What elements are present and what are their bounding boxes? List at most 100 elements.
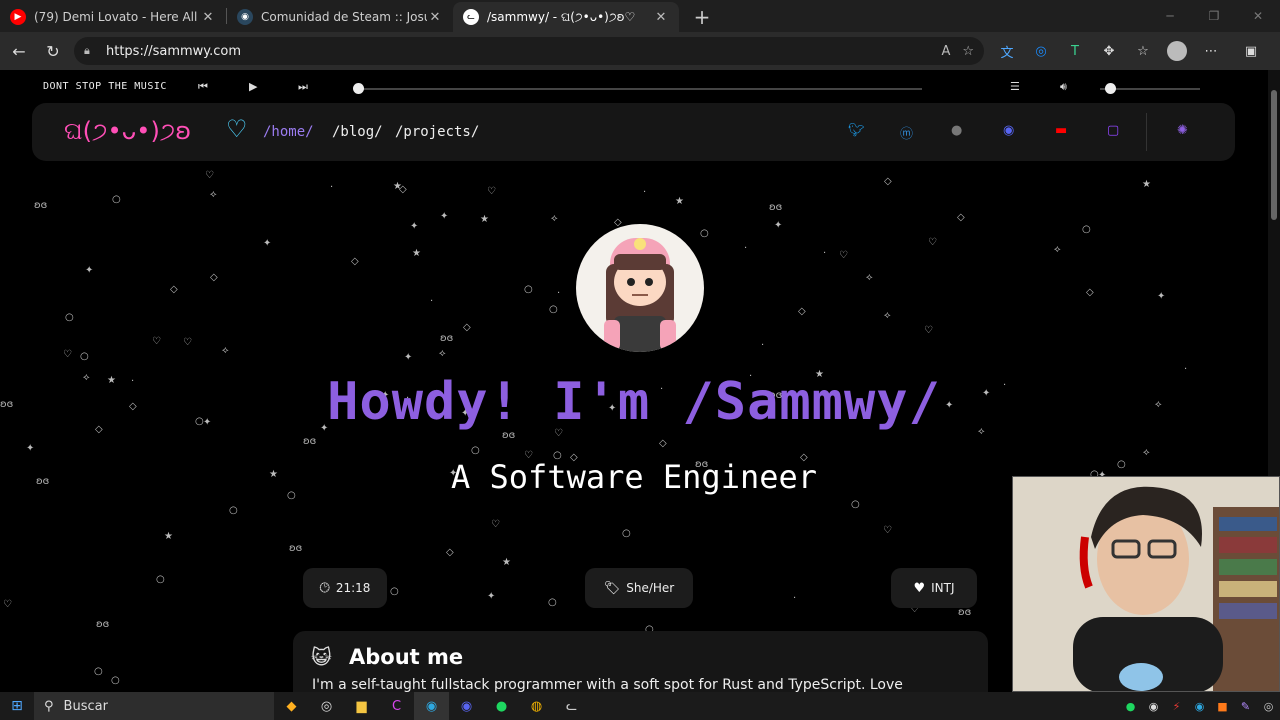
address-bar[interactable]: 🔒︎ https://sammwy.com A ☆ (74, 37, 984, 65)
close-icon[interactable]: ✕ (427, 10, 443, 25)
chrome-icon[interactable]: ◍ (519, 692, 554, 720)
header-divider (1146, 113, 1147, 151)
star-decoration: ○ (471, 445, 480, 456)
tab-title: Comunidad de Steam :: Josuerte (261, 10, 427, 24)
star-decoration: ♡ (491, 519, 500, 530)
shazam-icon[interactable]: ◎ (1024, 36, 1058, 66)
star-decoration: ♡ (205, 170, 214, 181)
volume-handle[interactable] (1105, 83, 1116, 94)
close-icon[interactable]: ✕ (653, 10, 669, 25)
tab-sammwy[interactable]: ᓚ /sammwy/ - ଘ(੭•ᴗ•)੭ʚ♡ ✕ (453, 2, 679, 32)
clock-icon: 🕑︎ (319, 580, 330, 596)
star-decoration: ◇ (884, 176, 892, 187)
github-icon[interactable]: ● (951, 123, 962, 138)
next-track-icon[interactable]: ⏭︎ (298, 80, 308, 94)
translate-icon[interactable]: 文 (990, 36, 1024, 66)
star-decoration: · (430, 296, 434, 307)
maximize-icon[interactable]: ❐ (1192, 0, 1236, 32)
nav-link-home[interactable]: /home/ (263, 124, 314, 140)
discord-icon[interactable]: ◉ (1003, 123, 1014, 138)
star-decoration: ○ (524, 284, 533, 295)
star-decoration: ◇ (210, 272, 218, 283)
settings-icon[interactable]: ✺ (1177, 123, 1188, 138)
extension-t-icon[interactable]: T (1058, 36, 1092, 66)
discord-icon[interactable]: ◉ (1142, 700, 1165, 713)
windows-taskbar: ⊞ ⚲ Buscar ◆ ◎ ▆ C ◉ ◉ ● ◍ ᓚ ● ◉ ⚡︎ ◉ ■ … (0, 692, 1280, 720)
steam-icon[interactable]: ◎ (1257, 700, 1280, 713)
star-decoration: ⟡ (210, 189, 217, 200)
windows-start-icon[interactable]: ⊞ (0, 692, 34, 720)
star-decoration: ʚɞ (96, 619, 110, 630)
tab-steam[interactable]: ◉ Comunidad de Steam :: Josuerte ✕ (227, 2, 453, 32)
mastodon-icon[interactable]: ⓜ (900, 123, 913, 142)
nav-link-blog[interactable]: /blog/ (332, 124, 383, 140)
about-title: About me (349, 645, 464, 669)
tab-youtube[interactable]: ▶ (79) Demi Lovato - Here All Night ✕ (0, 2, 226, 32)
song-title: DONT STOP THE MUSIC (43, 81, 167, 92)
nav-link-projects[interactable]: /projects/ (395, 124, 479, 140)
play-icon[interactable]: ▶ (249, 80, 257, 93)
star-decoration: ○ (549, 304, 558, 315)
star-decoration: ★ (412, 248, 421, 259)
previous-track-icon[interactable]: ⏮︎ (198, 80, 208, 94)
star-decoration: ♡ (183, 337, 192, 348)
app-red-icon[interactable]: ⚡︎ (1165, 700, 1188, 713)
star-decoration: ○ (622, 528, 631, 539)
star-decoration: ʚɞ (440, 333, 454, 344)
twitch-icon[interactable]: ▢ (1107, 123, 1119, 138)
edge-icon[interactable]: ◉ (1188, 700, 1211, 713)
spotify-icon[interactable]: ● (484, 692, 519, 720)
local-time: 21:18 (335, 581, 371, 595)
app-orange-icon[interactable]: ■ (1211, 700, 1234, 713)
star-decoration: ○ (156, 574, 165, 585)
new-tab-button[interactable]: + (687, 2, 717, 32)
extensions-icon[interactable]: ✥ (1092, 36, 1126, 66)
obs-icon[interactable]: ◎ (309, 692, 344, 720)
youtube-icon: ▶ (10, 9, 26, 25)
app-c-icon[interactable]: C (379, 692, 414, 720)
volume-icon[interactable]: 🔊︎ (1060, 80, 1067, 94)
star-decoration: ★ (502, 557, 511, 568)
star-decoration: ʚɞ (769, 202, 783, 213)
playlist-icon[interactable]: ☰ (1010, 80, 1020, 93)
read-aloud-icon[interactable]: A (941, 44, 950, 59)
copilot-icon[interactable]: ◆ (274, 692, 309, 720)
minimize-icon[interactable]: ─ (1148, 0, 1192, 32)
star-decoration: ♡ (63, 349, 72, 360)
favorites-icon[interactable]: ☆ (1126, 36, 1160, 66)
star-decoration: ♡ (924, 325, 933, 336)
app-cat-icon[interactable]: ᓚ (554, 692, 589, 720)
sidebar-icon[interactable]: ▣ (1234, 36, 1268, 66)
star-decoration: ◇ (399, 184, 407, 195)
discord-icon[interactable]: ◉ (449, 692, 484, 720)
star-decoration: ◇ (170, 284, 178, 295)
profile-avatar[interactable] (1160, 36, 1194, 66)
progress-track[interactable] (358, 88, 922, 90)
pen-icon[interactable]: ✎ (1234, 700, 1257, 713)
star-decoration: ⟡ (1143, 447, 1150, 458)
reload-button[interactable]: ↻ (36, 36, 70, 66)
scrollbar-thumb[interactable] (1271, 90, 1277, 220)
site-logo[interactable]: ଘ(੭•ᴗ•)੭ʚ (64, 117, 191, 145)
file-explorer-icon[interactable]: ▆ (344, 692, 379, 720)
back-button[interactable]: ← (2, 36, 36, 66)
star-decoration: ◇ (463, 322, 471, 333)
star-decoration: · (823, 248, 827, 259)
twitter-icon[interactable]: 🐦︎ (848, 123, 865, 138)
lock-icon[interactable]: 🔒︎ (84, 44, 98, 58)
star-decoration: ✦ (26, 443, 35, 454)
more-icon[interactable]: ⋯ (1194, 36, 1228, 66)
taskbar-search[interactable]: ⚲ Buscar (34, 692, 274, 720)
cat-icon: ᓚ (463, 9, 479, 25)
favorite-star-icon[interactable]: ☆ (962, 44, 974, 59)
star-decoration: ○ (80, 351, 89, 362)
close-window-icon[interactable]: ✕ (1236, 0, 1280, 32)
close-icon[interactable]: ✕ (200, 10, 216, 25)
star-decoration: ʚɞ (34, 200, 48, 211)
edge-icon[interactable]: ◉ (414, 692, 449, 720)
youtube-icon[interactable]: ▬ (1055, 123, 1067, 138)
spotify-icon[interactable]: ● (1119, 700, 1142, 713)
progress-handle[interactable] (353, 83, 364, 94)
steam-icon: ◉ (237, 9, 253, 25)
heart-icon: ♥ (913, 580, 926, 596)
